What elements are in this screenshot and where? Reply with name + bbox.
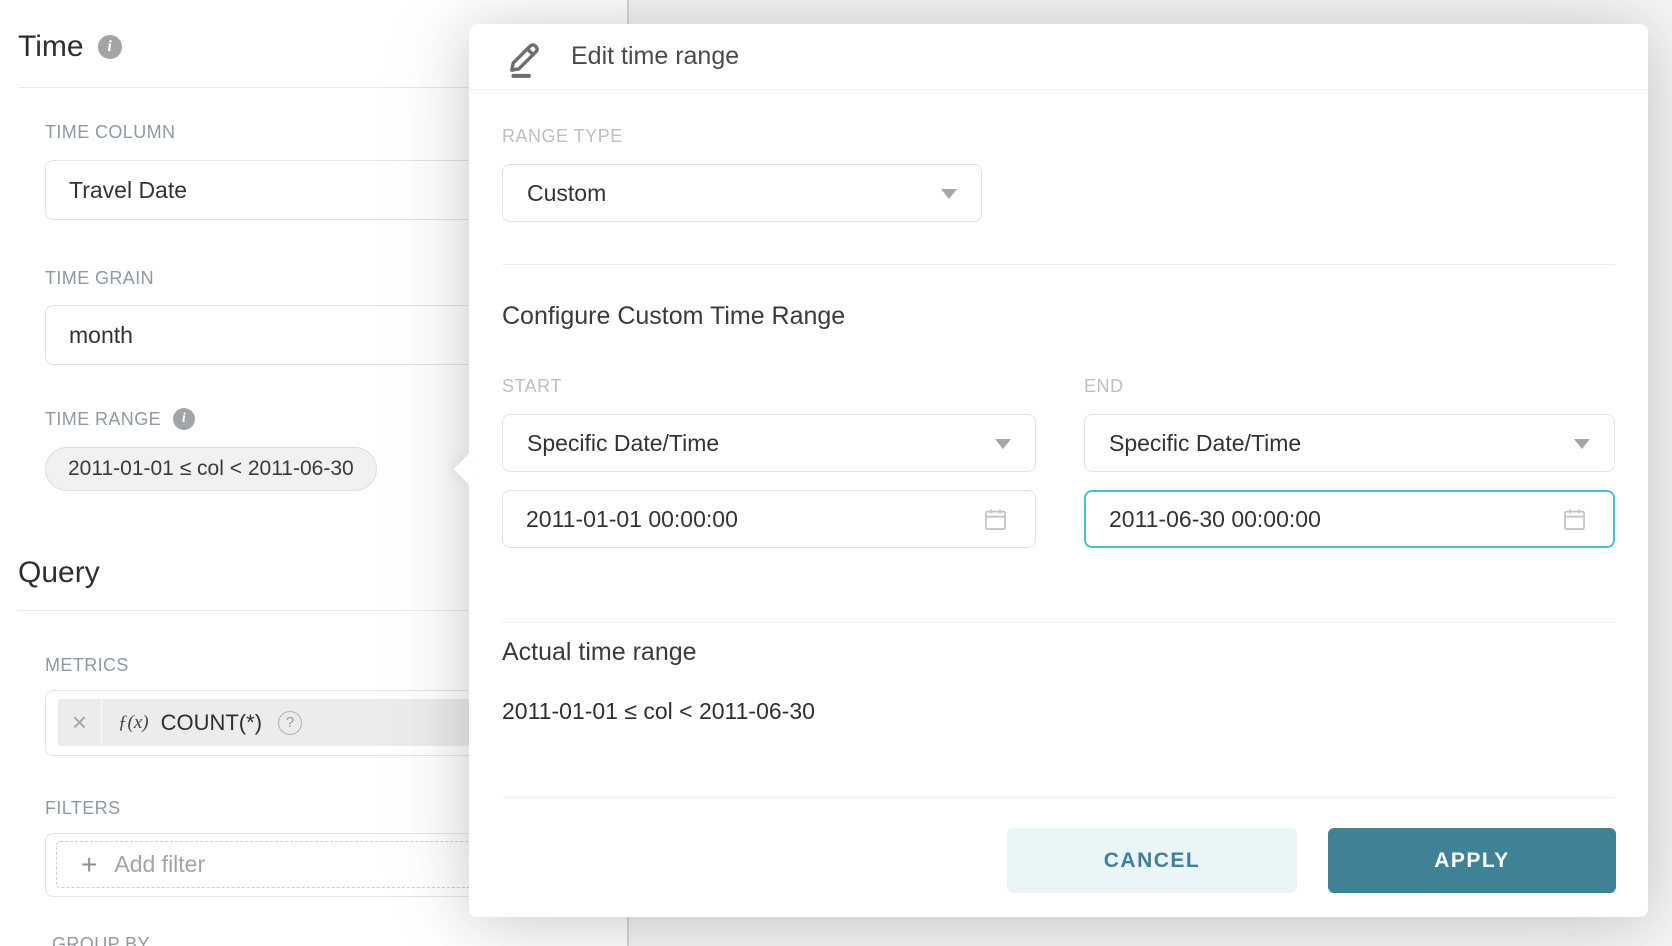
start-label: START	[502, 376, 562, 397]
edit-time-range-modal: Edit time range RANGE TYPE Custom Config…	[469, 24, 1648, 917]
apply-button[interactable]: APPLY	[1328, 828, 1616, 893]
chevron-down-icon	[995, 439, 1011, 449]
end-date-input[interactable]	[1084, 490, 1615, 548]
range-type-value: Custom	[527, 180, 606, 207]
add-filter-label: Add filter	[114, 851, 205, 878]
time-range-pill[interactable]: 2011-01-01 ≤ col < 2011-06-30	[45, 447, 377, 491]
start-mode-select[interactable]: Specific Date/Time	[502, 414, 1036, 472]
end-label: END	[1084, 376, 1124, 397]
cancel-button[interactable]: CANCEL	[1007, 828, 1297, 893]
chevron-down-icon	[1574, 439, 1590, 449]
time-column-label: TIME COLUMN	[45, 122, 175, 143]
time-grain-value: month	[69, 322, 133, 349]
info-icon[interactable]: i	[173, 408, 195, 430]
popover-arrow	[453, 453, 484, 484]
query-section-title: Query	[18, 556, 100, 590]
filters-label: FILTERS	[45, 798, 120, 819]
range-type-select[interactable]: Custom	[502, 164, 982, 222]
actual-time-range-heading: Actual time range	[502, 638, 697, 667]
plus-icon: +	[81, 851, 97, 879]
group-by-label: GROUP BY	[52, 934, 150, 946]
time-section-heading: Time i	[18, 30, 122, 64]
modal-title: Edit time range	[571, 42, 739, 71]
divider	[502, 264, 1615, 265]
help-icon[interactable]: ?	[278, 711, 302, 735]
info-icon[interactable]: i	[98, 35, 122, 59]
chevron-down-icon	[941, 189, 957, 199]
close-icon[interactable]: ×	[58, 699, 102, 746]
edit-pencil-icon	[503, 35, 547, 79]
actual-time-range-value: 2011-01-01 ≤ col < 2011-06-30	[502, 698, 815, 725]
metrics-label: METRICS	[45, 655, 129, 676]
time-grain-label: TIME GRAIN	[45, 268, 154, 289]
range-type-label: RANGE TYPE	[502, 126, 623, 147]
modal-header: Edit time range	[469, 24, 1648, 90]
divider	[502, 622, 1615, 623]
time-section-title: Time	[18, 30, 84, 64]
time-range-label: TIME RANGE i	[45, 408, 195, 430]
time-range-label-text: TIME RANGE	[45, 409, 161, 430]
function-icon: ƒ(x)	[118, 712, 149, 734]
query-section-heading: Query	[18, 556, 100, 590]
configure-heading: Configure Custom Time Range	[502, 302, 845, 331]
time-column-value: Travel Date	[69, 177, 187, 204]
start-date-input[interactable]	[502, 490, 1036, 548]
start-mode-value: Specific Date/Time	[527, 430, 719, 457]
divider	[502, 797, 1615, 798]
metric-name: COUNT(*)	[161, 710, 262, 736]
end-mode-select[interactable]: Specific Date/Time	[1084, 414, 1615, 472]
end-mode-value: Specific Date/Time	[1109, 430, 1301, 457]
page: Time i TIME COLUMN Travel Date TIME GRAI…	[0, 0, 1672, 946]
time-range-value: 2011-01-01 ≤ col < 2011-06-30	[68, 457, 354, 481]
